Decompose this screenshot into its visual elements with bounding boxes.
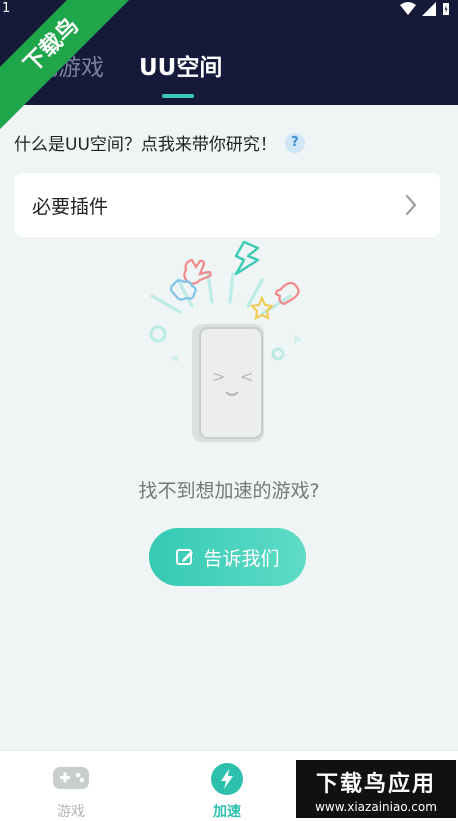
gamepad-icon	[53, 767, 89, 789]
empty-phone-illustration: > <	[149, 240, 302, 442]
chevron-right-icon	[405, 194, 417, 216]
svg-text:<: <	[240, 367, 253, 386]
brand-watermark-url: www.xiazainiao.com	[315, 800, 437, 814]
tell-us-button[interactable]: 告诉我们	[149, 528, 306, 586]
brand-watermark-title: 下载鸟应用	[315, 772, 436, 797]
active-tab-indicator	[162, 94, 194, 98]
edit-icon	[176, 549, 194, 565]
help-icon[interactable]: ?	[284, 132, 305, 153]
wifi-icon	[400, 2, 416, 15]
nav-label-games: 游戏	[57, 804, 85, 820]
status-icons	[400, 2, 450, 16]
lightning-icon	[211, 763, 243, 795]
required-plugins-card[interactable]: 必要插件	[14, 173, 440, 237]
svg-text:>: >	[212, 367, 225, 386]
nav-item-games[interactable]: 游戏	[11, 751, 131, 821]
plugin-card-label: 必要插件	[32, 195, 109, 218]
signal-icon	[422, 2, 436, 16]
nav-item-boost[interactable]: 加速	[167, 751, 287, 821]
battery-icon	[443, 3, 449, 15]
tab-uu-space[interactable]: UU空间	[139, 48, 222, 82]
intro-text: 什么是UU空间？点我来带你研究！	[14, 135, 277, 155]
tell-us-label: 告诉我们	[203, 547, 280, 570]
brand-watermark: 下载鸟应用 www.xiazainiao.com	[296, 760, 456, 818]
nav-label-boost: 加速	[213, 804, 241, 820]
empty-state-text: 找不到想加速的游戏?	[138, 480, 320, 502]
uu-space-intro-link[interactable]: 什么是UU空间？点我来带你研究！ ?	[14, 130, 305, 155]
top-header: 1 本地游戏 UU空间 下载鸟	[0, 0, 458, 133]
status-time: 1	[2, 1, 11, 16]
